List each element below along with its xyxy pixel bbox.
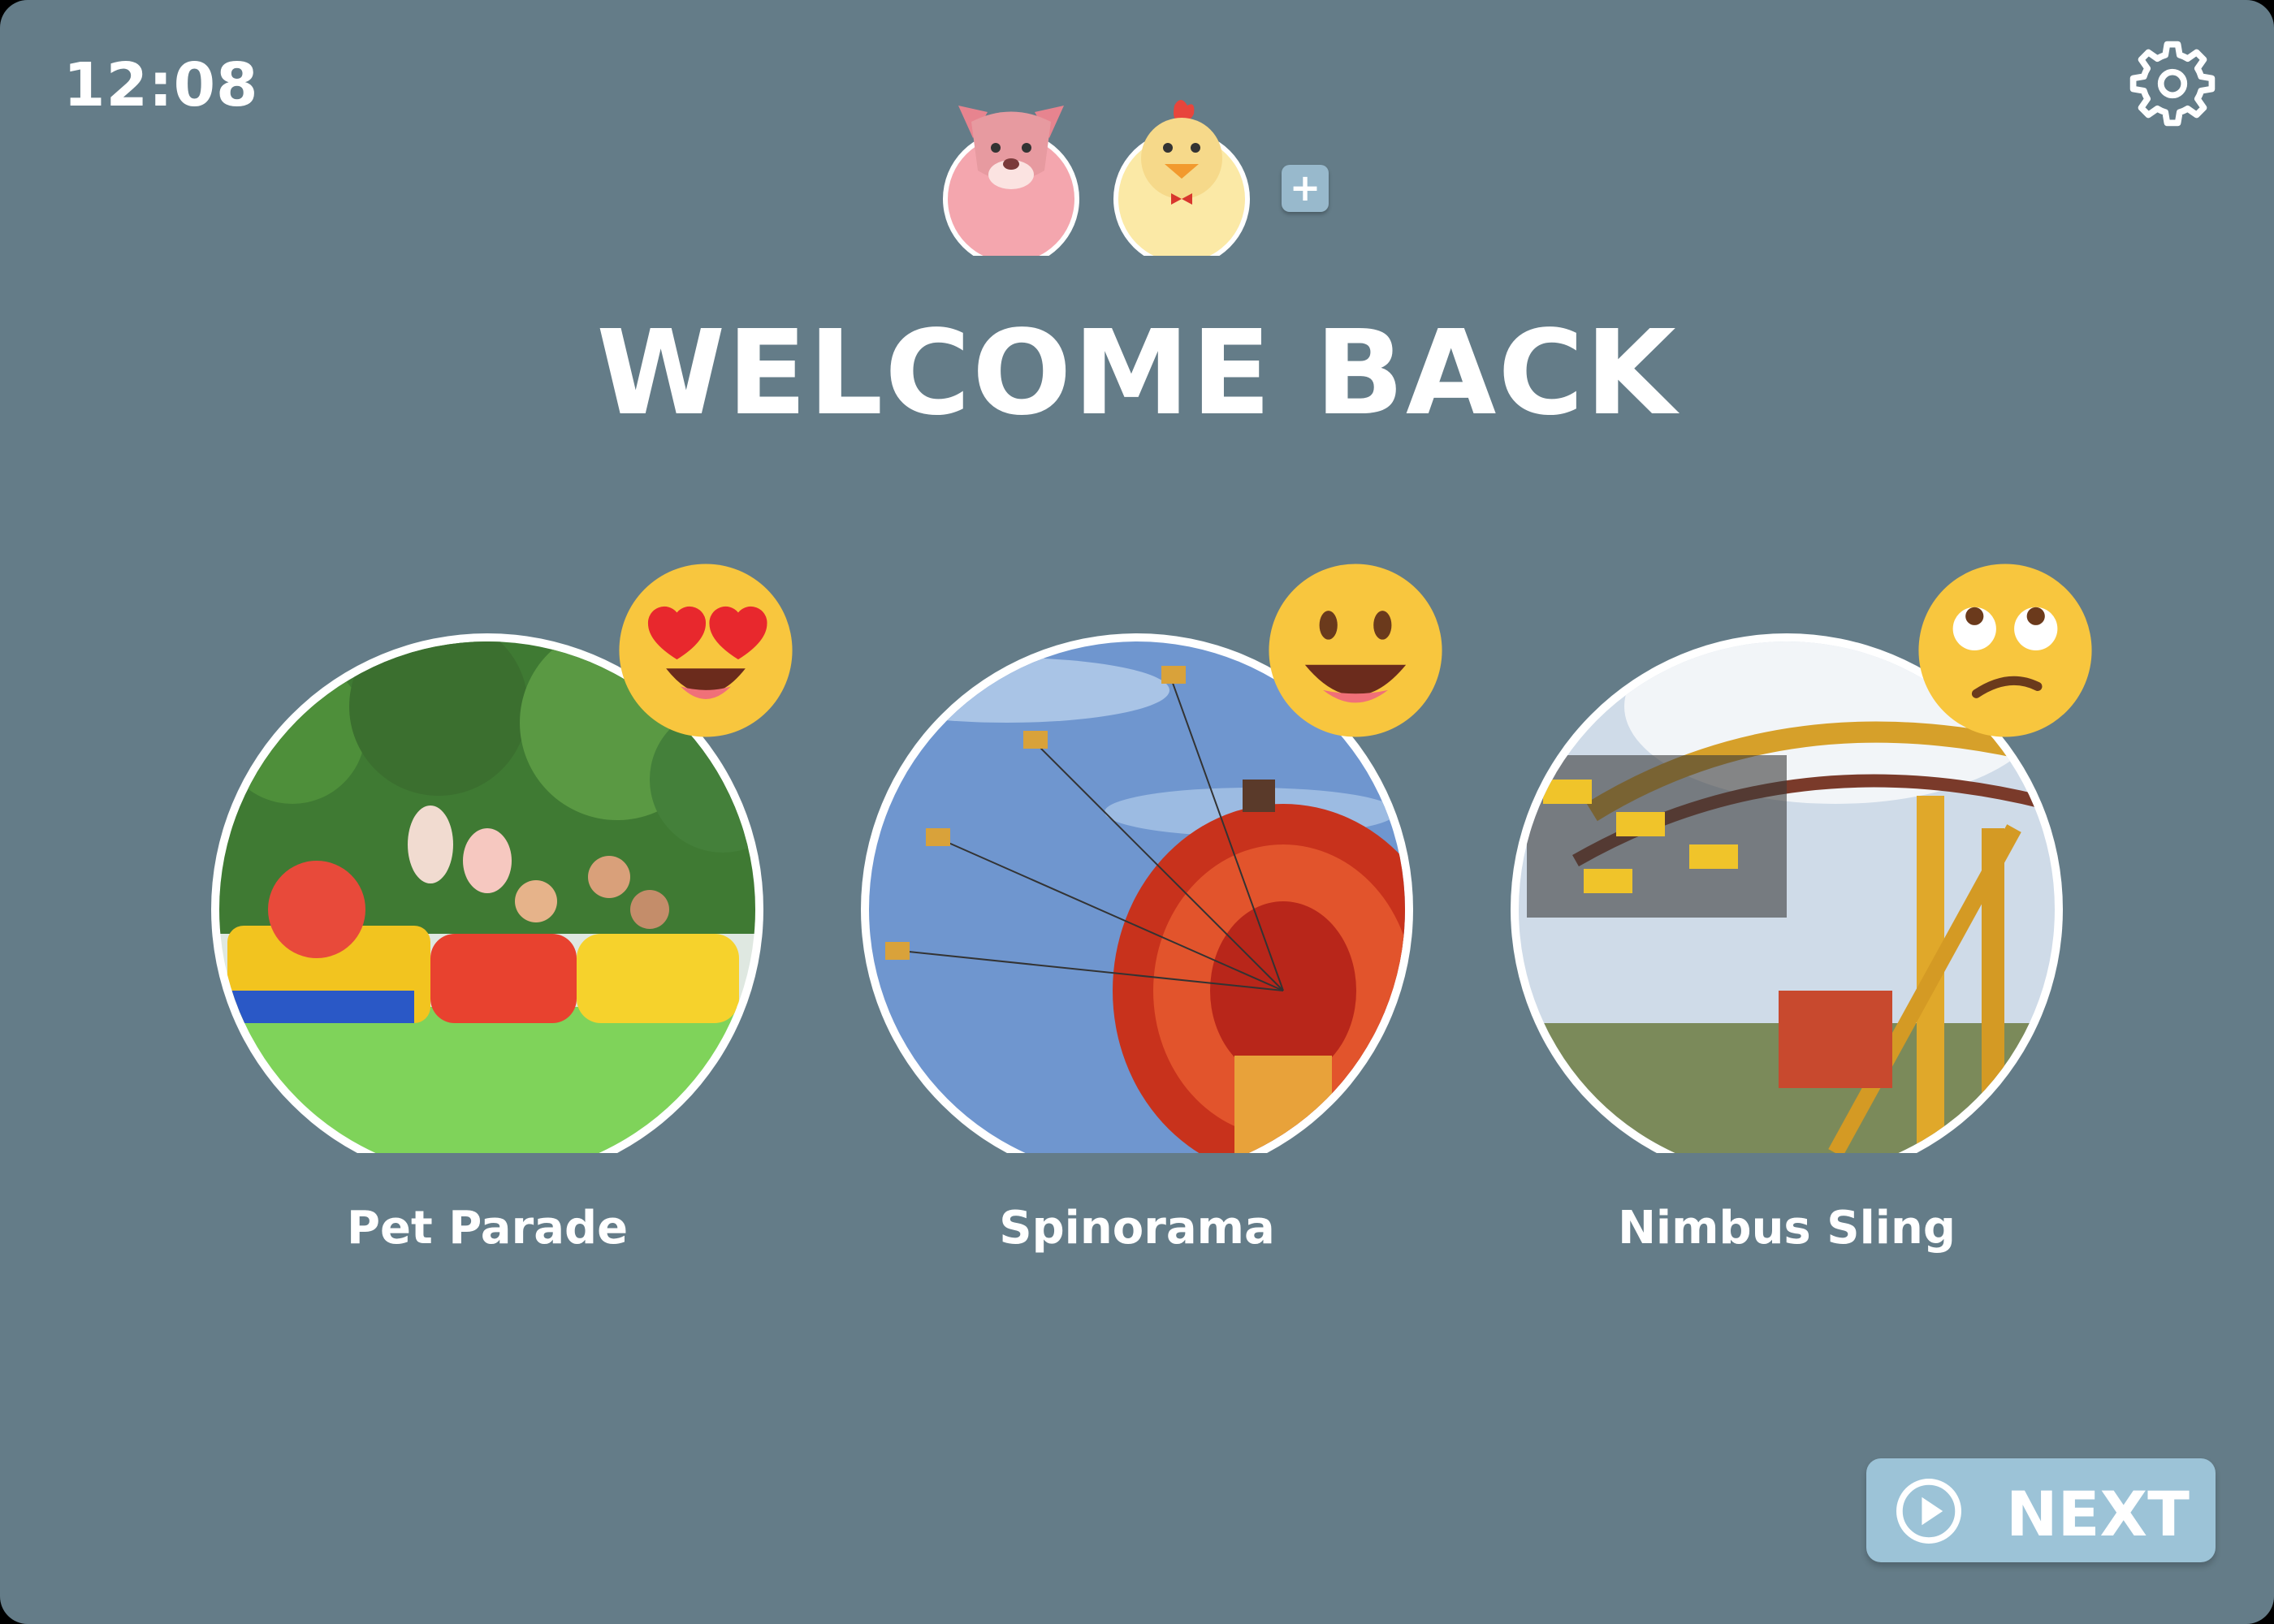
- add-profile-button[interactable]: +: [1282, 165, 1329, 212]
- heart-eyes-emoji-icon: [616, 560, 796, 741]
- chick-avatar-icon[interactable]: [1111, 97, 1253, 267]
- dog-avatar-icon[interactable]: [940, 97, 1083, 267]
- ride-photo[interactable]: [195, 564, 793, 1186]
- welcome-screen: 12:08 + WELCOME BACK Pet Parade Spinoram…: [0, 0, 2274, 1624]
- ride-card[interactable]: Pet Parade: [195, 564, 793, 1283]
- settings-gear-icon[interactable]: [2128, 39, 2217, 128]
- clock: 12:08: [63, 50, 259, 120]
- ride-card[interactable]: Spinorama: [845, 564, 1442, 1283]
- eye-roll-emoji-icon: [1915, 560, 2095, 741]
- ride-name: Nimbus Sling: [1618, 1202, 1956, 1255]
- ride-name: Spinorama: [999, 1202, 1275, 1255]
- ride-name: Pet Parade: [346, 1202, 629, 1255]
- grinning-emoji-icon: [1265, 560, 1446, 741]
- ride-photo[interactable]: [845, 564, 1442, 1186]
- play-circle-icon: [1896, 1479, 1961, 1544]
- next-button[interactable]: NEXT: [1866, 1458, 2216, 1562]
- page-title: WELCOME BACK: [596, 304, 1678, 441]
- ride-card[interactable]: Nimbus Sling: [1494, 564, 2092, 1283]
- ride-photo[interactable]: [1494, 564, 2092, 1186]
- next-button-label: NEXT: [2006, 1478, 2190, 1550]
